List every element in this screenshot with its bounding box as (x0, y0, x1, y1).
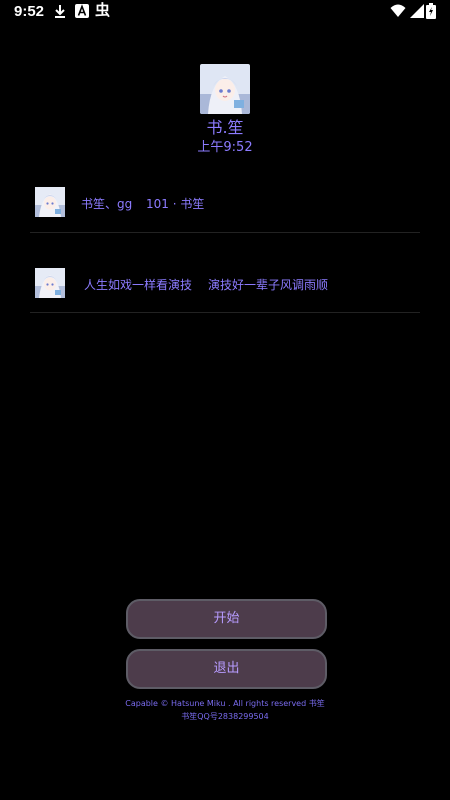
copyright-text: Capable © Hatsune Miku . All rights rese… (125, 699, 325, 708)
divider (30, 312, 420, 313)
list-item-name: 书笙、gg (81, 197, 133, 211)
wifi-icon (390, 3, 406, 19)
profile-avatar[interactable] (200, 64, 250, 114)
list-item-message: 101 · 书笙 (146, 197, 205, 211)
avatar (35, 187, 65, 217)
divider (30, 232, 420, 233)
chong-icon: 虫 (95, 1, 111, 19)
list-item[interactable]: 人生如戏一样看演技 演技好一辈子风调雨顺 (30, 243, 420, 323)
avatar (35, 268, 65, 298)
exit-button[interactable]: 退出 (126, 649, 327, 689)
profile-name: 书.笙 (206, 118, 244, 137)
signal-icon (409, 3, 425, 19)
status-bar: 9:52 虫 (0, 0, 450, 24)
profile-time: 上午9:52 (197, 140, 253, 155)
qq-contact-text: 书笙QQ号2838299504 (181, 712, 269, 721)
list-item[interactable]: 书笙、gg 101 · 书笙 (30, 163, 420, 243)
download-icon (52, 3, 68, 19)
battery-icon (426, 3, 436, 19)
list-item-message: 演技好一辈子风调雨顺 (208, 278, 329, 292)
start-button[interactable]: 开始 (126, 599, 327, 639)
list-item-name: 人生如戏一样看演技 (84, 278, 193, 292)
a-icon (74, 3, 90, 19)
status-time: 9:52 (14, 3, 45, 20)
